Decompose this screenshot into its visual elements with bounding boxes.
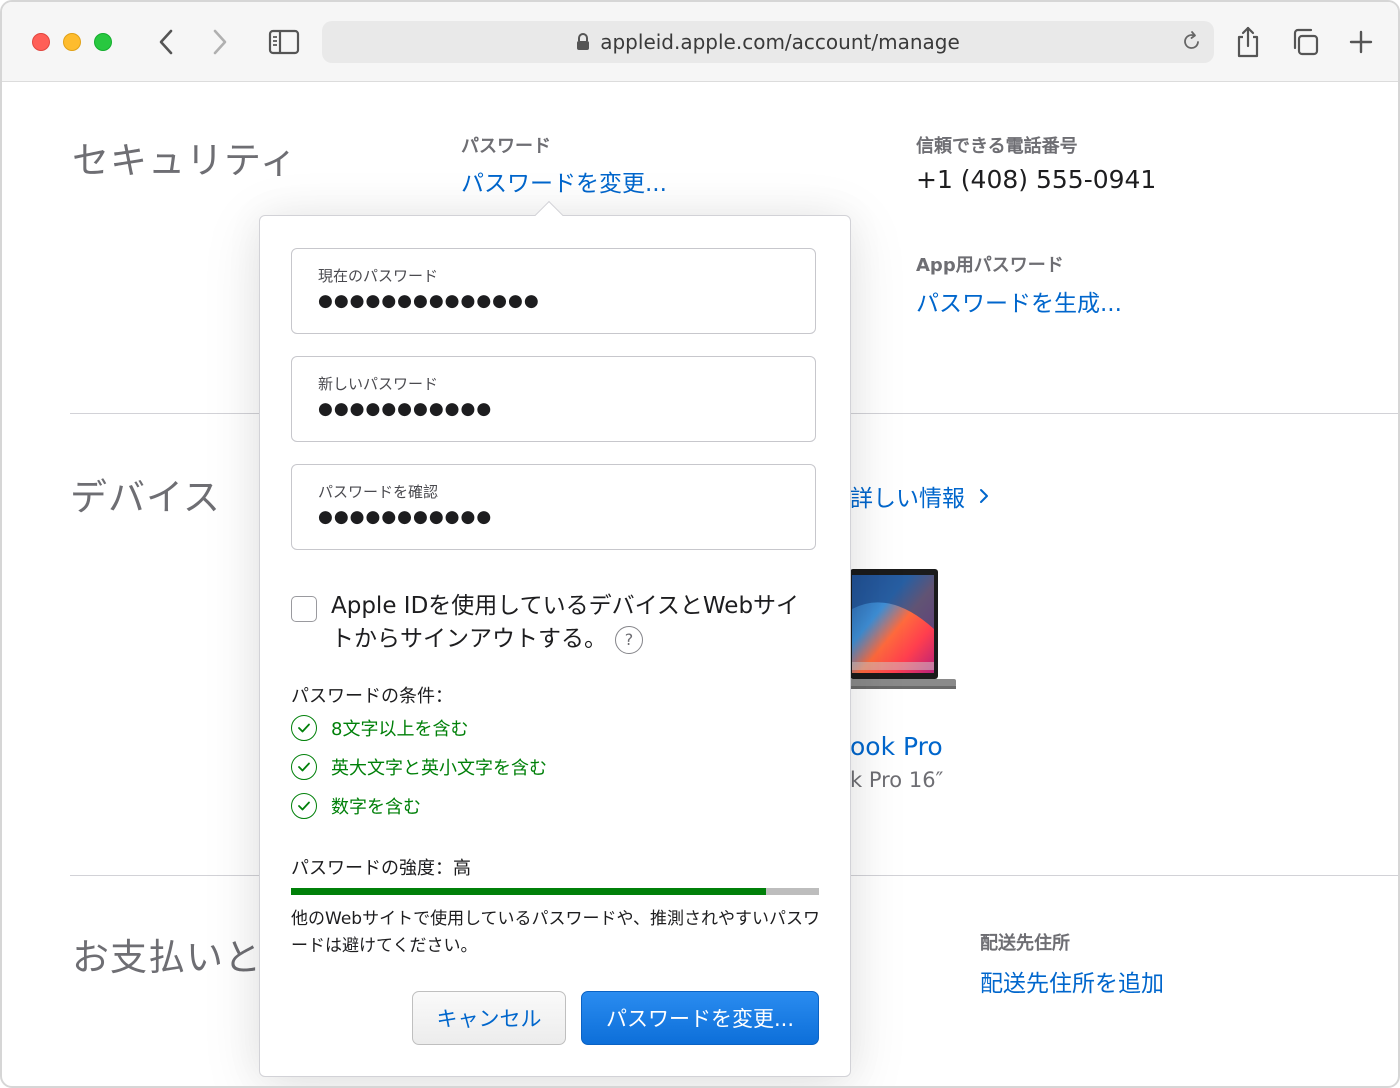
tabs-icon[interactable] xyxy=(1287,24,1323,60)
strength-meter-fill xyxy=(291,888,767,895)
shipping-label: 配送先住所 xyxy=(980,933,1070,954)
signout-checkbox[interactable] xyxy=(291,596,317,622)
requirement-item: 8文字以上を含む xyxy=(291,715,468,741)
current-password-label: 現在のパスワード xyxy=(318,267,439,285)
address-bar[interactable]: appleid.apple.com/account/manage xyxy=(322,21,1214,63)
requirement-item: 英大文字と英小文字を含む xyxy=(291,754,547,780)
trusted-phone-label: 信頼できる電話番号 xyxy=(916,136,1078,157)
requirement-item: 数字を含む xyxy=(291,793,421,819)
confirm-password-value: ●●●●●●●●●●● xyxy=(318,507,493,527)
requirement-text: 数字を含む xyxy=(331,797,421,818)
close-window-button[interactable] xyxy=(32,33,50,51)
requirement-text: 英大文字と英小文字を含む xyxy=(331,758,547,779)
browser-toolbar: appleid.apple.com/account/manage xyxy=(2,2,1398,82)
strength-label: パスワードの強度：高 xyxy=(291,858,471,879)
new-tab-icon[interactable] xyxy=(1343,24,1379,60)
password-label: パスワード xyxy=(461,136,551,157)
address-url: appleid.apple.com/account/manage xyxy=(600,30,960,54)
requirements-title: パスワードの条件： xyxy=(291,686,453,707)
current-password-value: ●●●●●●●●●●●●●● xyxy=(318,291,540,311)
app-password-label: App用パスワード xyxy=(916,255,1064,276)
new-password-value: ●●●●●●●●●●● xyxy=(318,399,493,419)
popover-arrow xyxy=(534,200,564,230)
new-password-label: 新しいパスワード xyxy=(318,375,439,393)
change-password-popover: 現在のパスワード ●●●●●●●●●●●●●● 新しいパスワード ●●●●●●●… xyxy=(259,200,851,1077)
minimize-window-button[interactable] xyxy=(63,33,81,51)
chevron-right-icon xyxy=(979,487,989,505)
checkmark-icon xyxy=(291,715,317,741)
signout-option: Apple IDを使用しているデバイスとWebサイトからサインアウトする。? xyxy=(331,590,821,656)
checkmark-icon xyxy=(291,754,317,780)
current-password-field[interactable]: 現在のパスワード ●●●●●●●●●●●●●● xyxy=(291,248,816,334)
checkmark-icon xyxy=(291,793,317,819)
security-title: セキュリティ xyxy=(72,139,298,182)
forward-icon[interactable] xyxy=(202,24,238,60)
more-info-label: 詳しい情報 xyxy=(850,486,965,512)
lock-icon xyxy=(576,33,590,51)
new-password-field[interactable]: 新しいパスワード ●●●●●●●●●●● xyxy=(291,356,816,442)
devices-title: デバイス xyxy=(70,476,221,519)
share-icon[interactable] xyxy=(1230,24,1266,60)
confirm-password-label: パスワードを確認 xyxy=(318,483,439,501)
signout-text: Apple IDを使用しているデバイスとWebサイトからサインアウトする。 xyxy=(331,593,800,652)
browser-window: appleid.apple.com/account/manage セキュリティ … xyxy=(0,0,1400,1088)
confirm-password-field[interactable]: パスワードを確認 ●●●●●●●●●●● xyxy=(291,464,816,550)
strength-meter xyxy=(291,888,819,895)
password-advice: 他のWebサイトで使用しているパスワードや、推測されやすいパスワードは避けてくだ… xyxy=(291,909,821,956)
trusted-phone-value: +1 (408) 555-0941 xyxy=(916,165,1157,194)
more-info-link[interactable]: 詳しい情報 xyxy=(850,479,989,513)
generate-password-link[interactable]: パスワードを生成... xyxy=(916,284,1122,318)
zoom-window-button[interactable] xyxy=(94,33,112,51)
reload-icon[interactable] xyxy=(1182,30,1202,57)
macbook-image[interactable] xyxy=(850,569,960,703)
device-model: k Pro 16″ xyxy=(850,768,944,792)
help-icon[interactable]: ? xyxy=(615,625,643,654)
change-password-button[interactable]: パスワードを変更... xyxy=(581,991,819,1045)
sidebar-icon[interactable] xyxy=(266,24,302,60)
cancel-button[interactable]: キャンセル xyxy=(412,991,566,1045)
requirement-text: 8文字以上を含む xyxy=(331,719,469,740)
device-name[interactable]: ook Pro xyxy=(850,732,943,761)
change-password-link[interactable]: パスワードを変更... xyxy=(461,164,667,198)
back-icon[interactable] xyxy=(148,24,184,60)
add-shipping-link[interactable]: 配送先住所を追加 xyxy=(980,964,1164,998)
